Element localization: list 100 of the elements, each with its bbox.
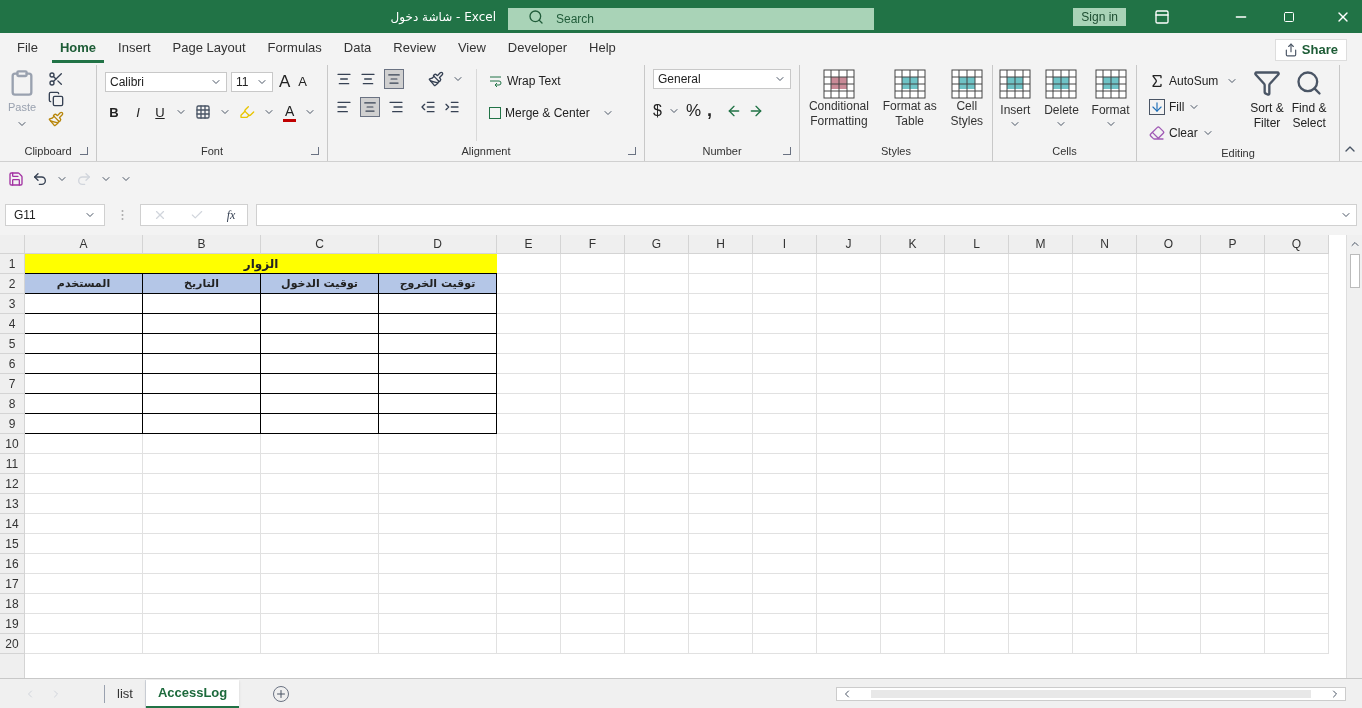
row-header[interactable]: 15 [0, 534, 25, 554]
drag-handle-icon[interactable] [121, 209, 124, 221]
font-name-dropdown[interactable]: Calibri [105, 71, 227, 92]
row-header[interactable]: 11 [0, 454, 25, 474]
column-header[interactable]: D [379, 235, 497, 254]
clear-button[interactable]: Clear [1145, 121, 1243, 145]
save-icon[interactable] [8, 170, 24, 187]
column-header[interactable]: P [1201, 235, 1265, 254]
restore-icon[interactable] [1283, 10, 1295, 23]
cut-icon[interactable] [48, 71, 64, 87]
search-field[interactable]: Search [508, 7, 874, 30]
align-center-icon[interactable] [360, 97, 380, 117]
fill-color-icon[interactable] [239, 104, 255, 121]
column-header[interactable]: G [625, 235, 689, 254]
row-header[interactable]: 6 [0, 354, 25, 374]
ribbon-tab[interactable]: Developer [499, 35, 576, 63]
ribbon-tab[interactable]: View [449, 35, 494, 63]
merge-center-button[interactable]: Merge & Center [485, 101, 618, 125]
copy-icon[interactable] [48, 91, 64, 107]
select-all-corner[interactable] [0, 235, 25, 254]
align-right-icon[interactable] [388, 99, 404, 115]
row-header[interactable]: 19 [0, 614, 25, 634]
increase-indent-icon[interactable] [444, 99, 460, 115]
fill-button[interactable]: Fill [1145, 95, 1243, 119]
ribbon-tab[interactable]: Page Layout [164, 35, 254, 63]
underline-button[interactable]: U [153, 102, 167, 122]
styles-button[interactable]: Cell Styles [950, 69, 984, 141]
column-header[interactable]: O [1137, 235, 1201, 254]
row-header[interactable]: 16 [0, 554, 25, 574]
currency-button[interactable]: $ [653, 98, 662, 123]
styles-button[interactable]: Format as Table [882, 69, 937, 141]
column-header[interactable]: A [25, 235, 143, 254]
wrap-text-button[interactable]: Wrap Text [485, 69, 618, 93]
column-header[interactable]: K [881, 235, 945, 254]
number-format-dropdown[interactable]: General [653, 69, 791, 89]
align-left-icon[interactable] [336, 99, 352, 115]
find-select-button[interactable]: Find & Select [1291, 69, 1327, 145]
row-header[interactable]: 17 [0, 574, 25, 594]
ribbon-display-icon[interactable] [1154, 8, 1170, 25]
row-header[interactable]: 3 [0, 294, 25, 314]
column-header[interactable]: B [143, 235, 261, 254]
row-header[interactable]: 1 [0, 254, 25, 274]
top-align-icon[interactable] [336, 71, 352, 87]
column-header[interactable]: I [753, 235, 817, 254]
row-header[interactable]: 18 [0, 594, 25, 614]
formula-input-field[interactable] [256, 204, 1357, 226]
horizontal-scrollbar[interactable] [836, 686, 1346, 701]
row-header[interactable]: 2 [0, 274, 25, 294]
column-header[interactable]: F [561, 235, 625, 254]
borders-icon[interactable] [195, 104, 211, 121]
styles-button[interactable]: Conditional Formatting [808, 69, 869, 141]
sign-in-button[interactable]: Sign in [1073, 7, 1126, 26]
vertical-scrollbar[interactable] [1346, 235, 1362, 678]
row-header[interactable]: 13 [0, 494, 25, 514]
undo-icon[interactable] [32, 170, 48, 187]
autosum-button[interactable]: AutoSum [1145, 69, 1243, 93]
column-header[interactable]: L [945, 235, 1009, 254]
column-header[interactable]: C [261, 235, 379, 254]
bold-button[interactable]: B [105, 102, 123, 122]
sheet-tab[interactable]: AccessLog [145, 679, 240, 708]
redo-icon[interactable] [76, 170, 92, 187]
row-header[interactable]: 14 [0, 514, 25, 534]
cells-button[interactable]: Insert [999, 69, 1032, 141]
share-button[interactable]: Share [1274, 39, 1347, 61]
font-color-button[interactable]: A [283, 102, 297, 122]
sheet-tab[interactable]: list [105, 679, 146, 708]
row-header[interactable]: 20 [0, 634, 25, 654]
cells-button[interactable]: Delete [1044, 69, 1079, 141]
ribbon-tab[interactable]: Formulas [259, 35, 330, 63]
dialog-launcher-icon[interactable] [80, 147, 88, 155]
decrease-indent-icon[interactable] [420, 99, 436, 115]
scrollbar-thumb[interactable] [871, 689, 1311, 698]
grow-font-button[interactable]: A [277, 69, 293, 95]
ribbon-tab[interactable]: Review [385, 35, 444, 63]
bottom-align-icon[interactable] [384, 69, 404, 89]
italic-button[interactable]: I [131, 102, 145, 122]
shrink-font-button[interactable]: A [296, 72, 309, 92]
column-header[interactable]: N [1073, 235, 1137, 254]
sort-filter-button[interactable]: Sort & Filter [1250, 69, 1284, 145]
dialog-launcher-icon[interactable] [783, 147, 791, 155]
enter-icon[interactable] [189, 208, 204, 222]
cells-button[interactable]: Format [1091, 69, 1130, 141]
column-header[interactable]: M [1009, 235, 1073, 254]
dialog-launcher-icon[interactable] [311, 147, 319, 155]
row-header[interactable]: 4 [0, 314, 25, 334]
dialog-launcher-icon[interactable] [628, 147, 636, 155]
ribbon-tab[interactable]: Help [581, 35, 624, 63]
row-header[interactable]: 12 [0, 474, 25, 494]
ribbon-tab[interactable]: Home [51, 35, 105, 63]
ribbon-tab[interactable]: File [9, 35, 46, 63]
ribbon-tab[interactable]: Insert [110, 35, 159, 63]
row-header[interactable]: 10 [0, 434, 25, 454]
ribbon-tab[interactable]: Data [335, 35, 380, 63]
row-header[interactable]: 5 [0, 334, 25, 354]
row-header[interactable]: 9 [0, 414, 25, 434]
row-header[interactable]: 8 [0, 394, 25, 414]
column-header[interactable]: H [689, 235, 753, 254]
comma-button[interactable]: , [707, 97, 713, 124]
insert-function-button[interactable]: fx [226, 206, 236, 224]
name-box[interactable]: G11 [5, 204, 105, 226]
